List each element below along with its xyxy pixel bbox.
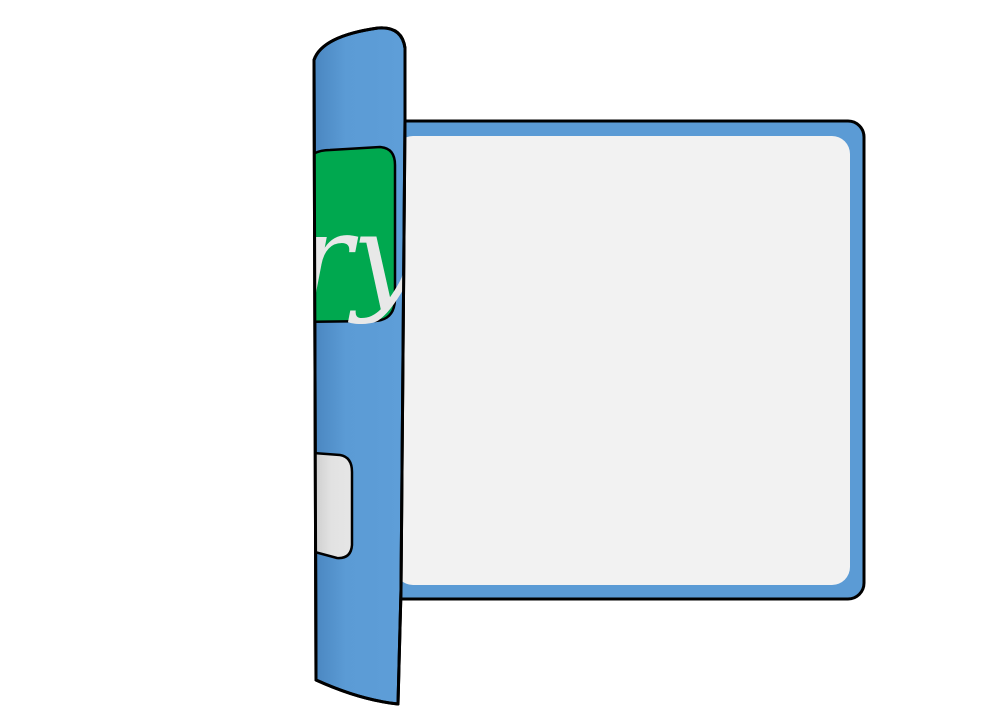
panel-inner [395,136,850,585]
cover-shape [312,26,407,706]
cover-flap: ry [312,26,407,706]
grey-tab [314,450,354,560]
book-folder-illustration: ry [312,26,866,706]
illustration-canvas: ry [0,0,988,720]
